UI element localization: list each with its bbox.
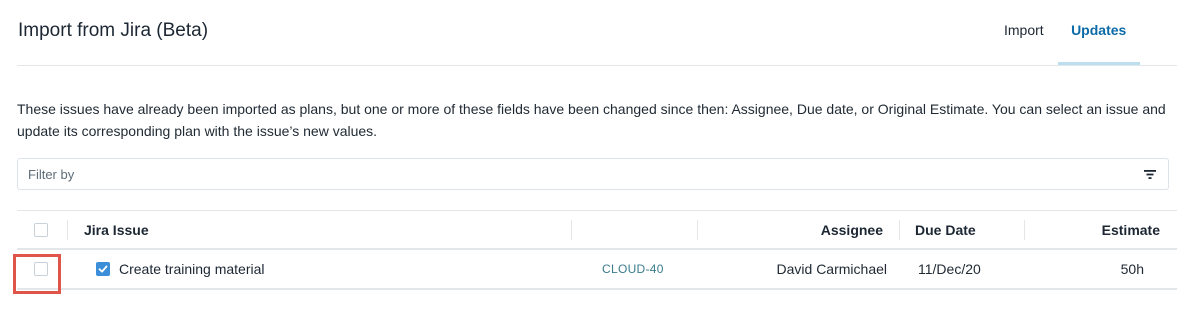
column-header-due-date[interactable]: Due Date <box>915 211 976 248</box>
column-divider <box>1024 220 1025 240</box>
page-title: Import from Jira (Beta) <box>18 20 209 41</box>
table-header: Jira Issue Assignee Due Date Estimate <box>17 210 1177 250</box>
column-divider <box>67 220 68 240</box>
issues-table: Jira Issue Assignee Due Date Estimate Cr… <box>13 210 1177 294</box>
filter-box <box>17 158 1169 190</box>
issue-title: Create training material <box>119 261 265 277</box>
filter-icon[interactable] <box>1144 169 1156 180</box>
tab-bar: Import Updates <box>988 0 1140 66</box>
select-all-checkbox[interactable] <box>34 222 48 237</box>
column-divider <box>899 220 900 240</box>
issue-key-link[interactable]: CLOUD-40 <box>602 250 664 288</box>
checkmark-icon <box>98 265 108 273</box>
tab-updates[interactable]: Updates <box>1057 0 1140 66</box>
table-row[interactable]: Create training material CLOUD-40 David … <box>13 250 1177 294</box>
row-select-cell <box>34 250 48 288</box>
column-header-estimate[interactable]: Estimate <box>1102 211 1160 248</box>
row-select-checkbox[interactable] <box>34 262 48 276</box>
column-divider <box>571 220 572 240</box>
description-text: These issues have already been imported … <box>17 101 1166 139</box>
tab-import[interactable]: Import <box>988 0 1058 66</box>
due-date-value: 11/Dec/20 <box>918 261 981 277</box>
column-header-assignee[interactable]: Assignee <box>821 211 883 248</box>
filter-input[interactable] <box>28 159 1128 189</box>
estimate-value: 50h <box>1120 261 1144 277</box>
issue-checkbox[interactable] <box>96 262 110 276</box>
column-header-issue[interactable]: Jira Issue <box>84 211 149 248</box>
header-divider <box>17 65 1177 66</box>
select-all-cell <box>34 211 48 248</box>
issue-cell: Create training material <box>96 250 265 288</box>
column-divider <box>697 220 698 240</box>
assignee-value: David Carmichael <box>776 261 887 277</box>
